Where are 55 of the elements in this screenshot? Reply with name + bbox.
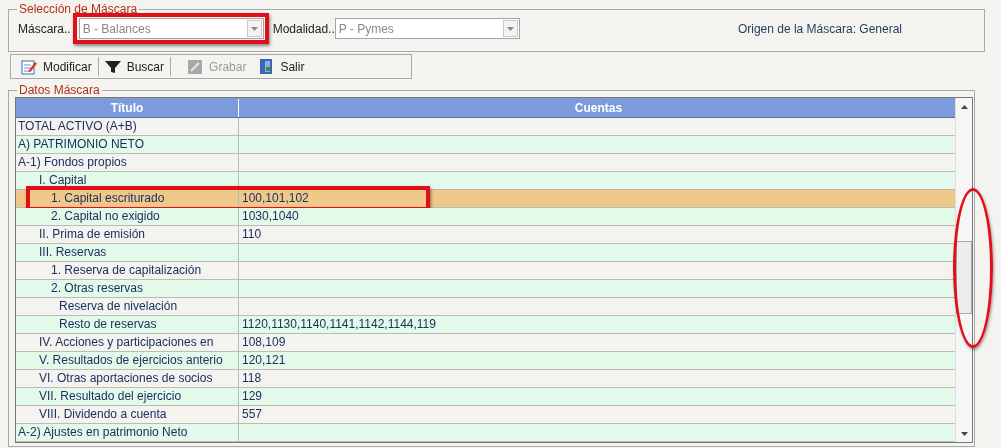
table-cell-text: 129: [241, 388, 264, 405]
table-row[interactable]: 1. Capital escriturado 100,101,102: [16, 190, 956, 208]
table-cell: VII. Resultado del ejercicio: [16, 388, 239, 405]
dropdown-field[interactable]: B - Balances: [78, 18, 264, 39]
field-label: Modalidad..: [272, 20, 335, 38]
notepad-icon: [21, 58, 37, 75]
table-cell-text: 110: [241, 226, 263, 243]
origin-label: Origen de la Máscara: General: [737, 20, 902, 38]
table-cell: 2. Otras reservas: [16, 280, 239, 297]
table-cell: VIII. Dividendo a cuenta: [16, 406, 239, 423]
filter-icon: [104, 59, 121, 74]
table-cell: 1. Capital escriturado: [16, 190, 239, 207]
table-cell: VI. Otras aportaciones de socios: [16, 370, 239, 387]
dropdown-field[interactable]: P - Pymes: [334, 18, 520, 39]
dropdown-caret-icon[interactable]: [502, 20, 518, 37]
table-cell: I. Capital: [16, 172, 239, 189]
table-row[interactable]: V. Resultados de ejercicios anterio 120,121: [16, 352, 956, 370]
table-cell-text: 557: [241, 406, 264, 423]
table-cell-text: 118: [241, 370, 263, 387]
panel-title: Datos Máscara: [18, 83, 101, 97]
table-row[interactable]: I. Capital: [16, 172, 956, 190]
exit-button[interactable]: Salir: [252, 56, 311, 77]
table-cell-text: 120,121: [241, 352, 287, 369]
table-cell: Resto de reservas: [16, 316, 239, 333]
table-row[interactable]: III. Reservas: [16, 244, 956, 262]
table-cell: A-2) Ajustes en patrimonio Neto: [16, 424, 239, 441]
table-cell-text: 1120,1130,1140,1141,1142,1144,119: [241, 316, 437, 333]
save-icon: [187, 58, 204, 75]
panel-title: Selección de Máscara: [18, 2, 139, 16]
edit-button[interactable]: Modificar: [15, 56, 98, 77]
dropdown-caret-icon[interactable]: [246, 20, 262, 37]
table-cell: V. Resultados de ejercicios anterio: [16, 352, 239, 369]
scrollbar[interactable]: [955, 98, 972, 442]
filter-button[interactable]: Buscar: [98, 56, 171, 77]
table-cell: 2. Capital no exigido: [16, 208, 239, 225]
table-cell: II. Prima de emisión: [16, 226, 239, 243]
table-cell-text: 108,109: [241, 334, 287, 351]
table-cell: Reserva de nivelación: [16, 298, 239, 315]
table-cell: III. Reservas: [16, 244, 239, 261]
table-cell-text: 1030,1040: [241, 208, 300, 225]
door-icon: [258, 58, 275, 75]
table-row[interactable]: 2. Otras reservas: [16, 280, 956, 298]
table-row[interactable]: Resto de reservas 1120,1130,1140,1141,1142,1144,119: [16, 316, 956, 334]
table-cell-text: 100,101,102: [241, 190, 310, 207]
table-row[interactable]: A-2) Ajustes en patrimonio Neto: [16, 424, 956, 442]
table-cell: 1. Reserva de capitalización: [16, 262, 239, 279]
table-row[interactable]: 2. Capital no exigido 1030,1040: [16, 208, 956, 226]
table-cell: IV. Acciones y participaciones en: [16, 334, 239, 351]
table-row[interactable]: A) PATRIMONIO NETO: [16, 136, 956, 154]
table-cell: A) PATRIMONIO NETO: [16, 136, 239, 153]
table-cell: TOTAL ACTIVO (A+B): [16, 118, 239, 135]
table-row[interactable]: VII. Resultado del ejercicio 129: [16, 388, 956, 406]
scroll-thumb[interactable]: [956, 241, 972, 314]
table-cell: A-1) Fondos propios: [16, 154, 239, 171]
field-label: Máscara..: [18, 20, 71, 38]
